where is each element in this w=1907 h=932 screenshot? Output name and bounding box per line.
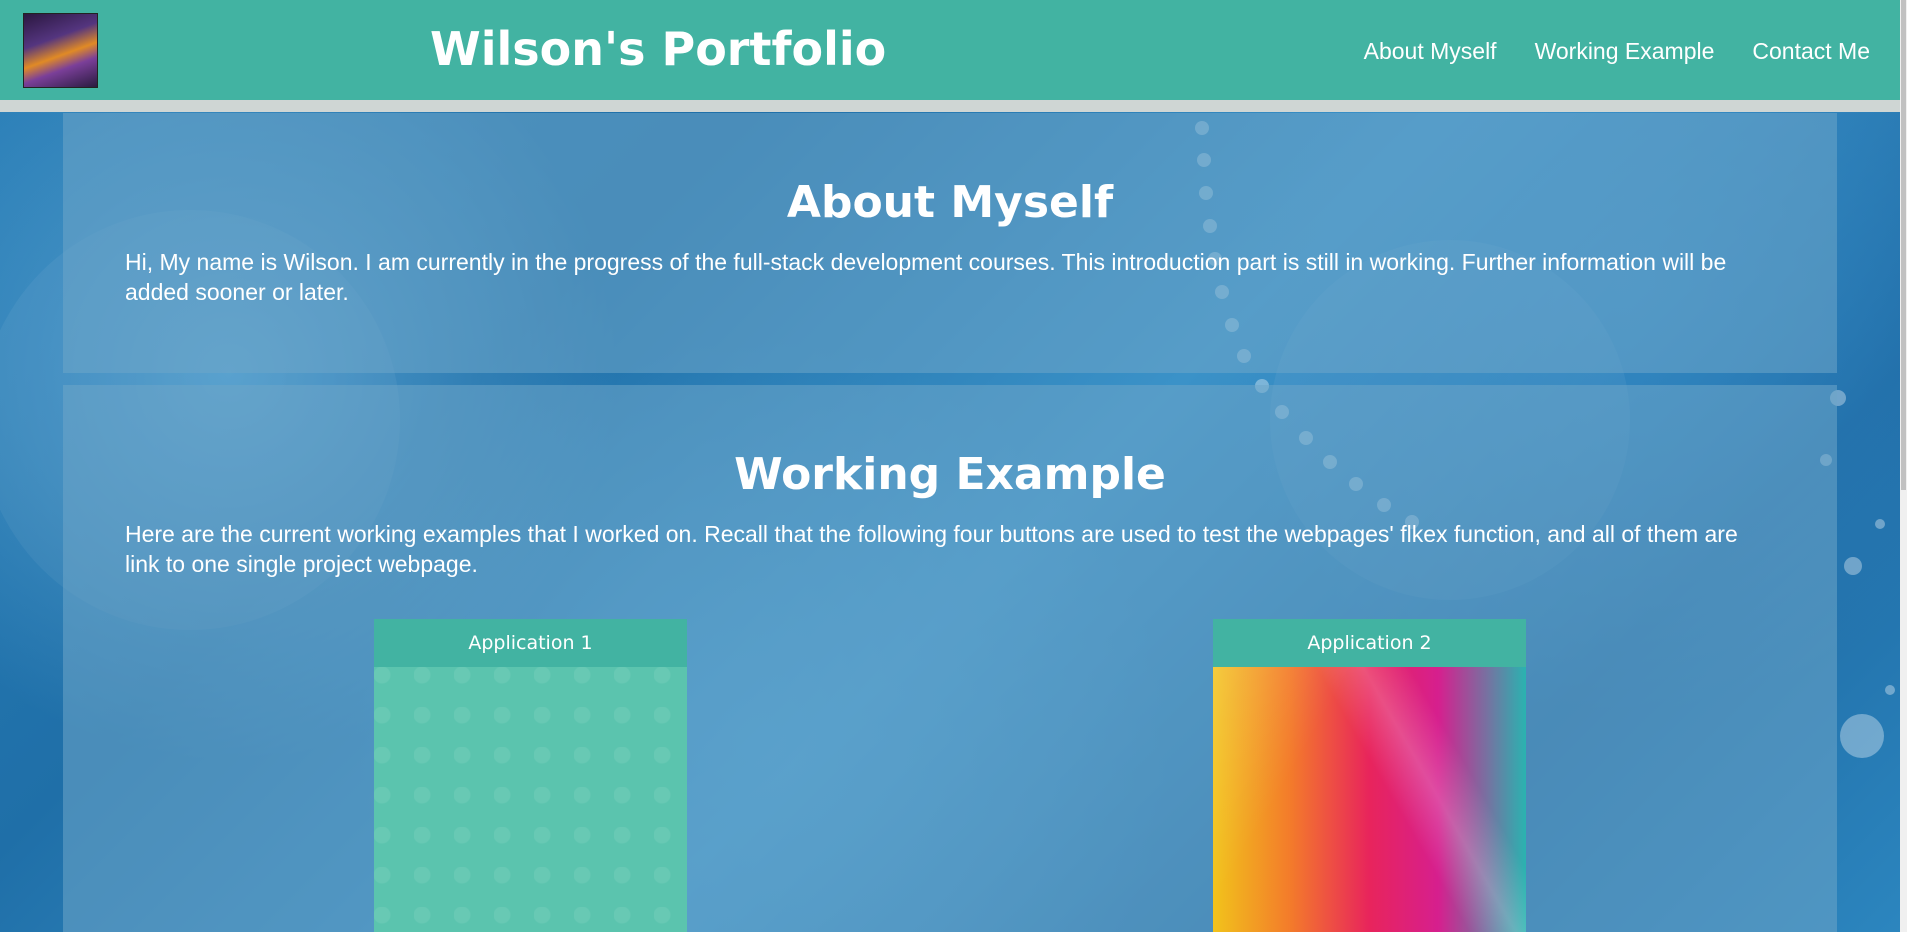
about-section: About Myself Hi, My name is Wilson. I am…	[63, 113, 1837, 373]
site-title: Wilson's Portfolio	[430, 22, 887, 76]
avatar[interactable]	[23, 13, 98, 88]
working-example-heading: Working Example	[734, 449, 1166, 500]
application-card-1[interactable]: Application 1	[374, 619, 687, 932]
application-card-title[interactable]: Application 2	[1213, 619, 1526, 667]
about-heading: About Myself	[786, 177, 1114, 228]
site-header: Wilson's Portfolio About Myself Working …	[0, 0, 1900, 112]
nav-link-about[interactable]: About Myself	[1364, 30, 1497, 72]
nav-link-working-example[interactable]: Working Example	[1535, 30, 1715, 72]
application-card-image[interactable]	[374, 667, 687, 932]
application-cards: Application 1 Application 2	[63, 619, 1837, 932]
application-card-title[interactable]: Application 1	[374, 619, 687, 667]
scrollbar-thumb[interactable]	[1901, 0, 1906, 490]
about-text: Hi, My name is Wilson. I am currently in…	[125, 249, 1727, 305]
application-card-image[interactable]	[1213, 667, 1526, 932]
application-card-2[interactable]: Application 2	[1213, 619, 1526, 932]
nav-link-contact[interactable]: Contact Me	[1752, 30, 1870, 72]
working-example-text: Here are the current working examples th…	[125, 521, 1738, 577]
page-scrollbar[interactable]	[1900, 0, 1907, 932]
working-example-section: Working Example Here are the current wor…	[63, 385, 1837, 932]
main-nav: About Myself Working Example Contact Me	[1364, 30, 1870, 72]
